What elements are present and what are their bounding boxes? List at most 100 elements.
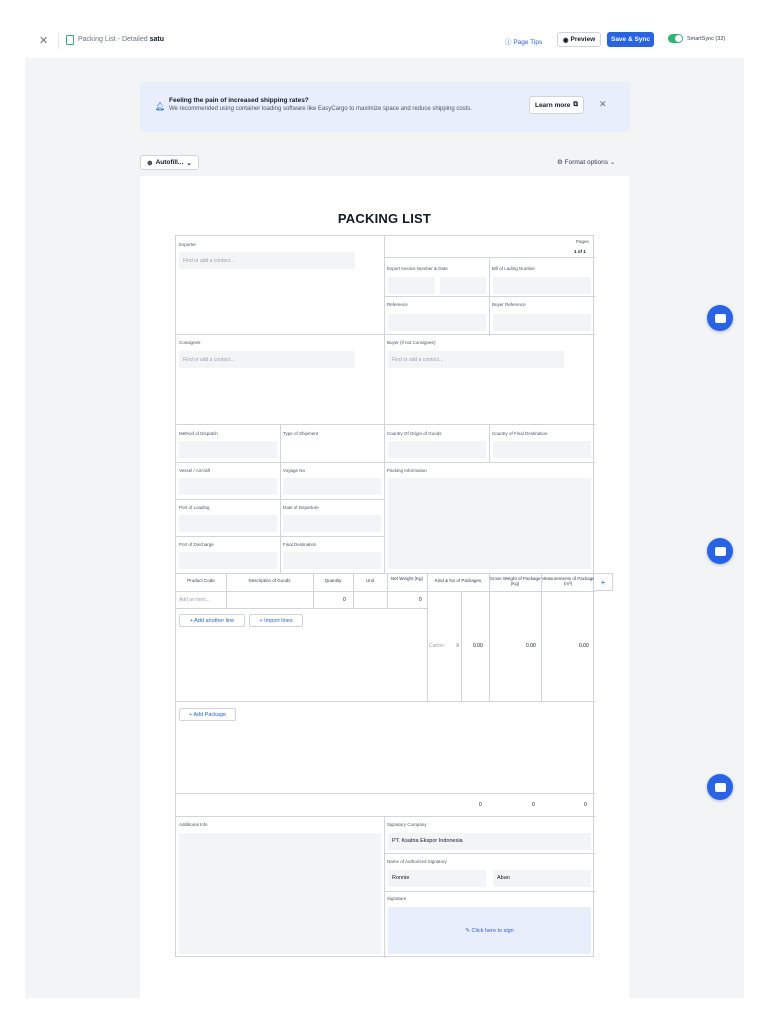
voyage-label: Voyage No bbox=[283, 468, 306, 473]
grid-line bbox=[353, 573, 354, 609]
country-destination-input[interactable] bbox=[493, 441, 591, 458]
grid-line bbox=[176, 499, 384, 500]
buyer-reference-input[interactable] bbox=[493, 314, 591, 331]
grid-line bbox=[384, 816, 385, 958]
grid-line bbox=[313, 573, 314, 609]
port-of-discharge-input[interactable] bbox=[179, 552, 277, 569]
signatory-last-name: Aban bbox=[497, 875, 510, 881]
method-of-dispatch-label: Method of Dispatch bbox=[179, 431, 218, 436]
signatory-company-label: Signatory Company bbox=[387, 822, 427, 827]
grid-line bbox=[176, 793, 595, 794]
document-heading: PACKING LIST bbox=[337, 211, 432, 226]
col-net-weight: Net Weight (Kg) bbox=[391, 576, 423, 581]
consignee-label: Consignee bbox=[179, 340, 201, 345]
item-quantity[interactable]: 0 bbox=[343, 597, 346, 603]
add-item-placeholder[interactable]: Add an item... bbox=[179, 597, 210, 603]
grid-line bbox=[427, 573, 428, 701]
format-options-dropdown[interactable]: ⚙︎ Format options ⌄ bbox=[557, 158, 615, 166]
packing-information-input[interactable] bbox=[388, 478, 591, 569]
learn-more-button[interactable]: Learn more ⧉ bbox=[529, 96, 584, 114]
col-unit: Unit bbox=[365, 578, 374, 583]
format-icon: ⚙︎ bbox=[557, 159, 563, 166]
chat-bubble-icon bbox=[714, 313, 726, 323]
additional-info-input[interactable] bbox=[179, 833, 381, 954]
method-of-dispatch-input[interactable] bbox=[179, 441, 277, 458]
signature-label: Signature bbox=[387, 896, 407, 901]
preview-button[interactable]: ◉ Preview bbox=[557, 32, 601, 47]
final-destination-label: Final Destination bbox=[283, 542, 317, 547]
package-gross-weight[interactable]: 0.00 bbox=[526, 643, 536, 649]
item-net-weight[interactable]: 0 bbox=[419, 597, 422, 603]
port-of-discharge-label: Port of Discharge bbox=[179, 542, 214, 547]
consignee-placeholder: Find or add a contact... bbox=[183, 357, 235, 363]
total-measurements: 0 bbox=[584, 802, 587, 808]
chat-icon[interactable] bbox=[707, 774, 733, 800]
grid-line bbox=[384, 236, 385, 573]
country-origin-input[interactable] bbox=[388, 441, 486, 458]
banner-close-icon[interactable]: ✕ bbox=[599, 99, 607, 110]
date-of-departure-input[interactable] bbox=[283, 515, 381, 532]
close-icon[interactable]: ✕ bbox=[39, 34, 48, 47]
external-link-icon: ⧉ bbox=[573, 101, 579, 108]
document-title[interactable]: Packing List - Detailed satu bbox=[78, 36, 164, 43]
chat-icon[interactable] bbox=[707, 538, 733, 564]
reference-input[interactable] bbox=[388, 314, 486, 331]
package-kind[interactable]: Carton bbox=[429, 643, 444, 649]
signature-pad[interactable]: ✎ Click here to sign bbox=[388, 907, 591, 954]
buyer-placeholder: Find or add a contact... bbox=[392, 357, 444, 363]
page-tips-link[interactable]: ⓘ Page Tips bbox=[505, 36, 542, 46]
country-destination-label: Country of Final Destination bbox=[492, 431, 548, 436]
package-no[interactable]: 0.00 bbox=[473, 643, 483, 649]
invoice-date-input[interactable] bbox=[440, 277, 486, 294]
voyage-input[interactable] bbox=[283, 478, 381, 495]
packing-information-label: Packing Information bbox=[387, 468, 427, 473]
package-x: X bbox=[456, 643, 460, 649]
bill-of-lading-label: Bill of Lading Number bbox=[492, 266, 536, 271]
chat-bubble-icon bbox=[714, 782, 726, 792]
bill-of-lading-input[interactable] bbox=[493, 277, 591, 294]
grid-line bbox=[176, 816, 595, 817]
invoice-number-input[interactable] bbox=[388, 277, 435, 294]
col-quantity: Quantity bbox=[324, 578, 342, 583]
import-lines-button[interactable]: + Import lines bbox=[249, 614, 303, 627]
col-kind-no-packages: Kind & No of Packages bbox=[434, 578, 482, 583]
package-measurements[interactable]: 0.00 bbox=[579, 643, 589, 649]
add-another-line-button[interactable]: + Add another line bbox=[179, 614, 245, 627]
port-of-loading-input[interactable] bbox=[179, 515, 277, 532]
exporter-placeholder: Find or add a contact... bbox=[183, 258, 235, 264]
vessel-label: Vessel / Aircraft bbox=[179, 468, 211, 473]
grid-line bbox=[489, 424, 490, 462]
chevron-down-icon: ⌄ bbox=[609, 159, 616, 166]
type-of-shipment-label: Type of Shipment bbox=[283, 431, 319, 436]
grid-line bbox=[384, 296, 595, 297]
total-net-weight: 0 bbox=[479, 802, 482, 808]
help-icon: ⓘ bbox=[505, 39, 512, 46]
packing-list-form: Exporter Find or add a contact... Pages … bbox=[175, 235, 595, 958]
pages-value: 1 of 1 bbox=[574, 249, 586, 254]
promo-banner: 🔔︎ Feeling the pain of increased shippin… bbox=[140, 82, 630, 132]
chat-icon[interactable] bbox=[707, 305, 733, 331]
grid-line bbox=[176, 334, 595, 335]
col-description: Description of Goods bbox=[248, 578, 291, 583]
document-icon bbox=[66, 35, 74, 45]
grid-line bbox=[384, 891, 595, 892]
final-destination-input[interactable] bbox=[283, 552, 381, 569]
learn-more-label: Learn more bbox=[534, 101, 571, 109]
pen-icon: ✎ bbox=[465, 927, 470, 934]
exporter-label: Exporter bbox=[179, 242, 197, 247]
grid-line bbox=[384, 853, 595, 854]
add-package-button[interactable]: + Add Package bbox=[179, 708, 236, 721]
smartsync-toggle[interactable] bbox=[668, 34, 683, 43]
smartsync-label: SmartSync (32) bbox=[687, 36, 726, 42]
grid-line bbox=[176, 591, 595, 592]
page-tips-label: Page Tips bbox=[513, 39, 543, 46]
vessel-input[interactable] bbox=[179, 478, 277, 495]
pages-label: Pages bbox=[576, 239, 589, 244]
grid-line bbox=[176, 608, 427, 609]
grid-line bbox=[226, 573, 227, 609]
add-column-button[interactable]: + bbox=[594, 573, 613, 591]
plus-icon: + bbox=[600, 577, 606, 587]
save-sync-button[interactable]: Save & Sync bbox=[607, 32, 654, 47]
grid-line bbox=[541, 573, 542, 701]
autofill-dropdown[interactable]: ⊕ Autofill... ⌄ bbox=[140, 155, 199, 170]
